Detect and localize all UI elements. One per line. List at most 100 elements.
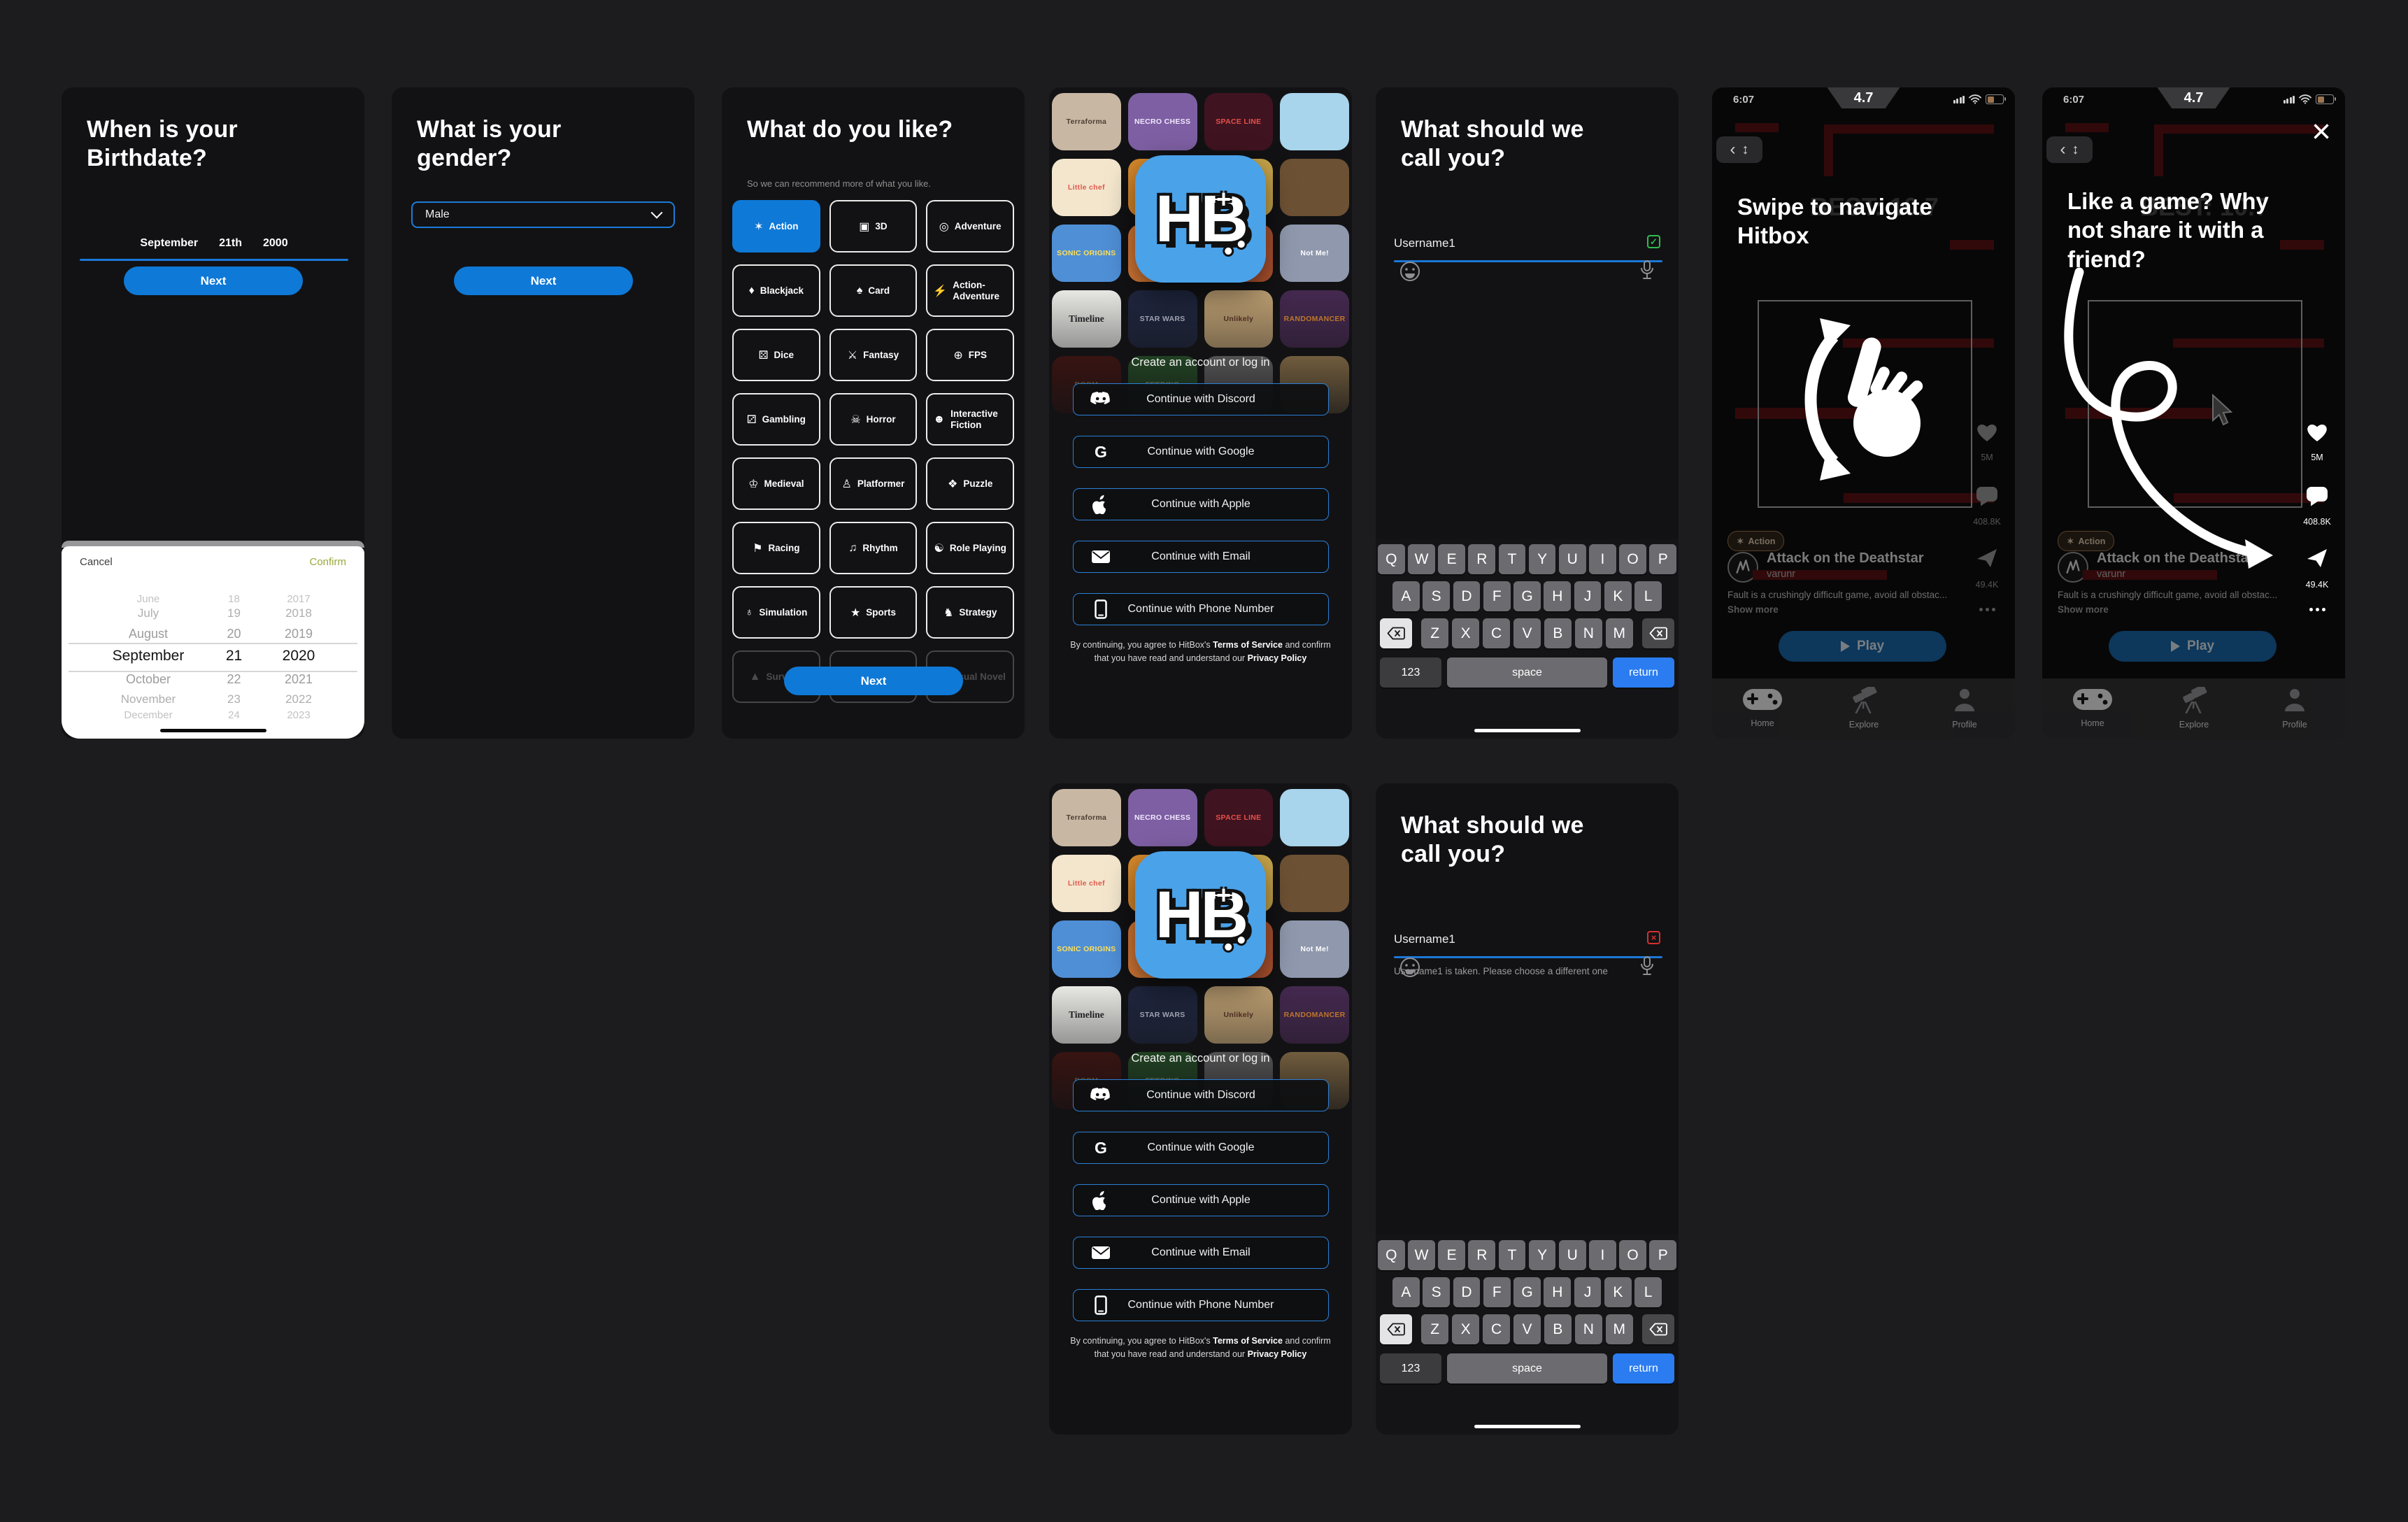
key-w[interactable]: W [1408,1240,1435,1270]
nav-item-home[interactable]: Home [1720,687,1804,728]
key-g[interactable]: G [1513,581,1541,611]
continue-discord-button[interactable]: Continue with Discord [1073,383,1329,415]
gender-select[interactable]: Male [411,201,675,228]
continue-apple-button[interactable]: Continue with Apple [1073,488,1329,520]
show-more-link[interactable]: Show more [2058,604,2109,615]
terms-of-service-link[interactable]: Terms of Service [1213,640,1283,650]
continue-phone-button[interactable]: Continue with Phone Number [1073,593,1329,625]
more-options-icon[interactable] [2295,608,2339,611]
key-d[interactable]: D [1453,1277,1481,1307]
return-key[interactable]: return [1613,1353,1674,1384]
key-t[interactable]: T [1499,544,1526,574]
nav-item-profile[interactable]: Profile [1923,687,2007,730]
picker-row[interactable]: October222021 [62,671,364,688]
genre-blackjack[interactable]: ♦Blackjack [732,264,820,317]
birthdate-year[interactable]: 2000 [263,237,288,250]
key-d[interactable]: D [1453,581,1481,611]
space-key[interactable]: space [1447,1353,1607,1384]
nav-item-home[interactable]: Home [2051,687,2135,728]
play-button[interactable]: Play [1779,631,1946,662]
genre-medieval[interactable]: ♔Medieval [732,457,820,510]
key-n[interactable]: N [1575,618,1602,648]
key-c[interactable]: C [1483,618,1510,648]
space-key[interactable]: space [1447,657,1607,688]
genre-action[interactable]: ✶Action [732,200,820,253]
birthdate-field[interactable]: September 21th 2000 [80,237,348,250]
genre-dice[interactable]: ⚄Dice [732,329,820,381]
dictation-mic-icon[interactable] [1639,259,1655,284]
continue-google-button[interactable]: GContinue with Google [1073,1132,1329,1164]
key-r[interactable]: R [1468,1240,1495,1270]
back-swipe-pill[interactable]: ‹↕ [1716,136,1762,163]
key-l[interactable]: L [1634,1277,1662,1307]
show-more-link[interactable]: Show more [1727,604,1779,615]
continue-apple-button[interactable]: Continue with Apple [1073,1184,1329,1216]
play-button[interactable]: Play [2109,631,2277,662]
genre-rhythm[interactable]: ♫Rhythm [829,522,918,574]
genre-simulation[interactable]: ♁Simulation [732,586,820,639]
key-f[interactable]: F [1483,581,1511,611]
date-picker-wheel[interactable]: June182017July192018August202019Septembe… [62,577,364,720]
key-k[interactable]: K [1604,1277,1632,1307]
key-i[interactable]: I [1589,1240,1616,1270]
cancel-button[interactable]: Cancel [80,556,113,568]
key-x[interactable]: X [1452,1314,1479,1344]
key-p[interactable]: P [1649,544,1676,574]
key-e[interactable]: E [1438,544,1465,574]
username-input[interactable]: Username1 [1394,932,1455,946]
genre-3d[interactable]: ▣3D [829,200,918,253]
key-q[interactable]: Q [1378,1240,1405,1270]
key-t[interactable]: T [1499,1240,1526,1270]
key-b[interactable]: B [1544,1314,1572,1344]
continue-email-button[interactable]: Continue with Email [1073,1237,1329,1269]
key-c[interactable]: C [1483,1314,1510,1344]
share-icon[interactable] [2295,548,2339,569]
key-m[interactable]: M [1606,1314,1633,1344]
username-input[interactable]: Username1 [1394,236,1455,250]
confirm-button[interactable]: Confirm [309,556,346,568]
continue-phone-button[interactable]: Continue with Phone Number [1073,1289,1329,1321]
key-y[interactable]: Y [1529,1240,1556,1270]
key-j[interactable]: J [1574,1277,1602,1307]
genre-platformer[interactable]: ♙Platformer [829,457,918,510]
key-o[interactable]: O [1619,1240,1646,1270]
next-button[interactable]: Next [124,266,303,295]
key-l[interactable]: L [1634,581,1662,611]
key-a[interactable]: A [1392,1277,1420,1307]
birthdate-day[interactable]: 21th [219,237,242,250]
birthdate-month[interactable]: September [140,237,198,250]
key-s[interactable]: S [1423,581,1450,611]
backspace-key[interactable] [1642,1314,1674,1344]
key-i[interactable]: I [1589,544,1616,574]
game-author[interactable]: varunr [1767,569,1795,580]
genre-action-adventure[interactable]: ⚡Action-Adventure [926,264,1014,317]
backspace-key-highlighted[interactable] [1380,618,1412,648]
genre-role-playing[interactable]: ☯Role Playing [926,522,1014,574]
key-b[interactable]: B [1544,618,1572,648]
terms-of-service-link[interactable]: Terms of Service [1213,1336,1283,1346]
genre-horror[interactable]: ☠Horror [829,393,918,446]
genre-adventure[interactable]: ◎Adventure [926,200,1014,253]
key-s[interactable]: S [1423,1277,1450,1307]
genre-puzzle[interactable]: ❖Puzzle [926,457,1014,510]
genre-fps[interactable]: ⊕FPS [926,329,1014,381]
key-f[interactable]: F [1483,1277,1511,1307]
genre-racing[interactable]: ⚑Racing [732,522,820,574]
close-icon[interactable]: × [2311,115,2331,149]
genre-card[interactable]: ♠Card [829,264,918,317]
key-p[interactable]: P [1649,1240,1676,1270]
key-y[interactable]: Y [1529,544,1556,574]
nav-item-explore[interactable]: Explore [2152,687,2236,730]
picker-row[interactable]: August202019 [62,625,364,642]
picker-row[interactable]: December242023 [62,707,364,720]
next-button[interactable]: Next [454,266,633,295]
key-z[interactable]: Z [1421,1314,1448,1344]
key-q[interactable]: Q [1378,544,1405,574]
emoji-keyboard-icon[interactable] [1399,261,1420,285]
key-v[interactable]: V [1513,618,1541,648]
key-u[interactable]: U [1559,1240,1586,1270]
key-x[interactable]: X [1452,618,1479,648]
numbers-key[interactable]: 123 [1380,657,1441,688]
dictation-mic-icon[interactable] [1639,955,1655,980]
key-u[interactable]: U [1559,544,1586,574]
